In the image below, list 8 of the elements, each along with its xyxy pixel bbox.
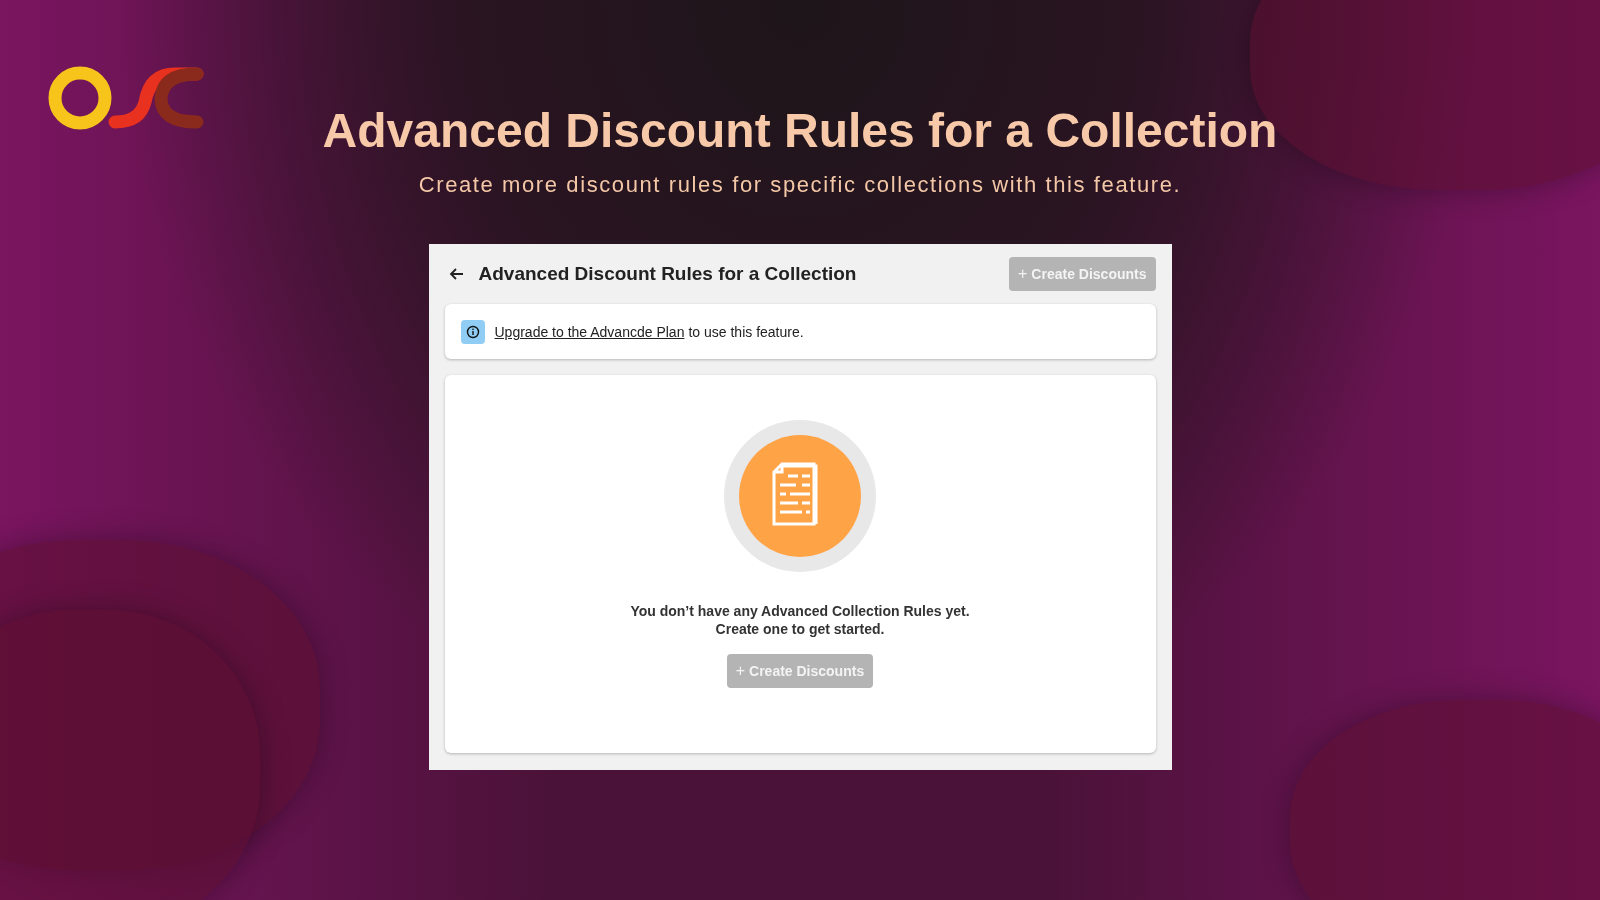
back-arrow-icon[interactable]	[448, 266, 465, 282]
hero-subtitle: Create more discount rules for specific collections with this feature.	[418, 172, 1182, 198]
empty-state-message: You don’t have any Advanced Collection Rules yet. Create one to get started.	[630, 602, 970, 638]
banner-text: to use this feature.	[688, 323, 804, 340]
page-title: Advanced Discount Rules for a Collection	[478, 263, 858, 285]
upgrade-link[interactable]: Upgrade to the Advancde Plan	[494, 323, 685, 340]
info-icon	[460, 319, 485, 344]
hero-title: Advanced Discount Rules for a Collection	[322, 103, 1278, 158]
